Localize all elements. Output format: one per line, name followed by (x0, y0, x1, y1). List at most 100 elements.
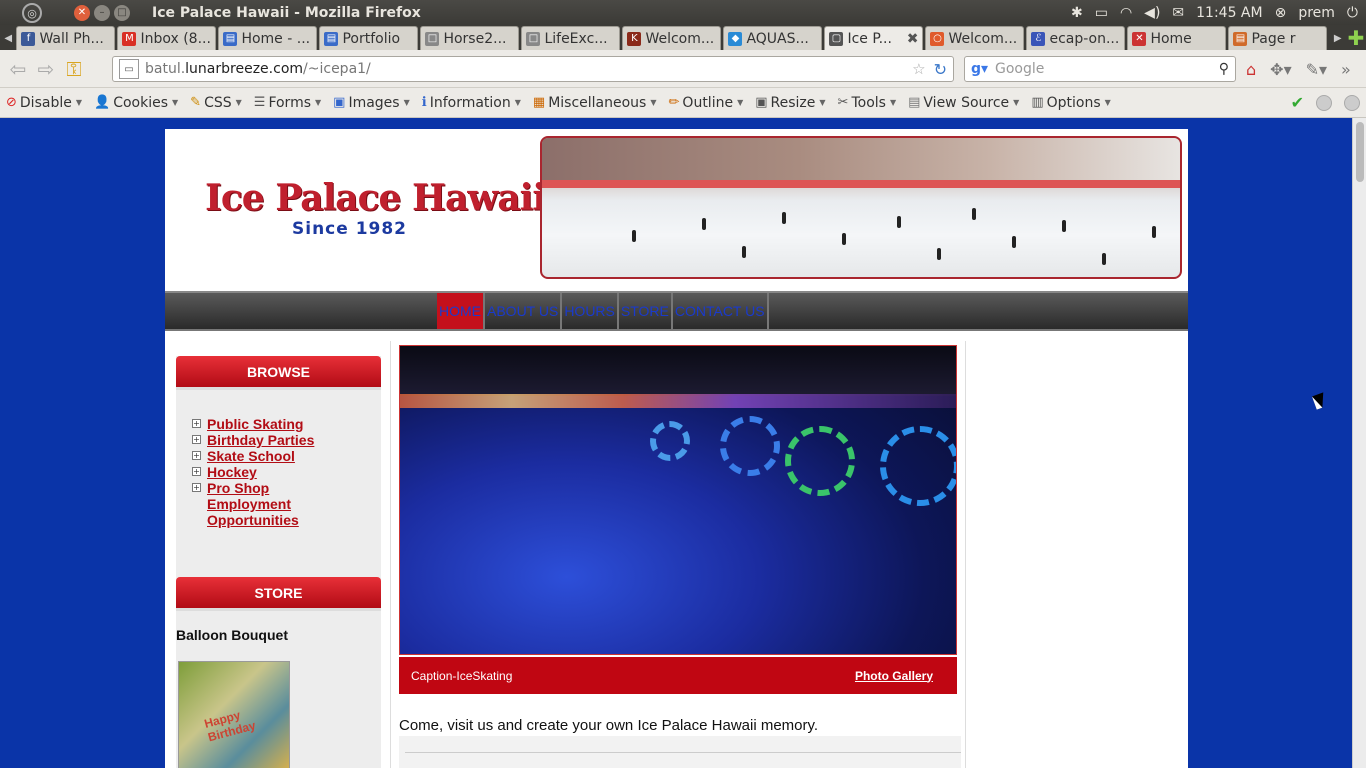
chevron-down-icon: ▼ (172, 98, 179, 107)
browser-tab[interactable]: □ Horse2... (420, 26, 520, 50)
status-circle-icon[interactable] (1344, 94, 1360, 111)
expand-plus-icon[interactable]: + (192, 467, 201, 476)
nav-contact-us[interactable]: CONTACT US (673, 293, 769, 329)
url-text[interactable]: batul.lunarbreeze.com/~icepa1/ (145, 61, 371, 77)
devbar-menu-label: Miscellaneous (548, 94, 647, 111)
devbar-menu-outline[interactable]: ✏ Outline ▼ (669, 95, 744, 111)
devbar-menu-images[interactable]: ▣ Images ▼ (333, 95, 410, 111)
eyedropper-icon[interactable]: ✎▾ (1306, 60, 1327, 79)
devbar-menu-view-source[interactable]: ▤ View Source ▼ (908, 95, 1019, 111)
bluetooth-icon[interactable]: ✱ (1071, 5, 1083, 21)
browser-tab[interactable]: ◆ AQUAS... (723, 26, 823, 50)
browser-tab[interactable]: □ LifeExc... (521, 26, 621, 50)
battery-icon[interactable]: ▭ (1095, 5, 1108, 21)
devbar-menu-information[interactable]: ℹ Information ▼ (422, 95, 521, 111)
forward-icon[interactable]: ⇨ (32, 55, 60, 83)
devbar-menu-resize[interactable]: ▣ Resize ▼ (755, 95, 825, 111)
browser-tab[interactable]: f Wall Ph... (16, 26, 116, 50)
expand-plus-icon[interactable]: + (192, 435, 201, 444)
expand-plus-icon[interactable]: + (192, 483, 201, 492)
home-icon[interactable]: ⌂ (1246, 60, 1256, 79)
facebook-icon: f (21, 31, 36, 46)
extension-icon[interactable]: ✥▾ (1270, 60, 1291, 79)
close-window-button[interactable]: ✕ (74, 4, 90, 21)
devbar-menu-disable[interactable]: ⊘ Disable ▼ (6, 95, 82, 111)
browser-tab[interactable]: ▤ Portfolio (319, 26, 419, 50)
browse-list: + Public Skating + Birthday Parties + Skate S… (176, 390, 381, 528)
site-logo-title[interactable]: Ice Palace Hawaii (205, 177, 546, 219)
expand-plus-icon[interactable]: + (192, 451, 201, 460)
browser-tab[interactable]: ▤ Home - ... (218, 26, 318, 50)
tab-label: ecap-on... (1049, 30, 1120, 47)
url-bar[interactable]: ▭ batul.lunarbreeze.com/~icepa1/ ☆ ↻ (112, 56, 954, 82)
browse-link[interactable]: Pro Shop (207, 480, 327, 496)
site-identity-icon[interactable]: ▭ (119, 59, 139, 79)
minimize-window-button[interactable]: – (94, 4, 110, 21)
maximize-window-button[interactable]: □ (114, 4, 130, 21)
balloon-bouquet-image[interactable]: Happy Birthday (178, 661, 290, 768)
tab-scroll-left-icon[interactable]: ◀ (0, 26, 16, 50)
devbar-menu-miscellaneous[interactable]: ▦ Miscellaneous ▼ (533, 95, 657, 111)
search-input[interactable]: Google (995, 61, 1044, 77)
checkmark-icon[interactable]: ✔ (1291, 93, 1304, 112)
status-circle-icon[interactable] (1316, 94, 1332, 111)
mail-icon[interactable]: ✉ (1172, 5, 1184, 21)
store-heading: STORE (176, 577, 381, 611)
new-tab-icon[interactable]: ✚ (1346, 26, 1366, 50)
tab-scroll-right-icon[interactable]: ▶ (1329, 26, 1345, 50)
scrollbar-thumb[interactable] (1356, 122, 1364, 182)
browse-link[interactable]: Employment Opportunities (207, 496, 327, 528)
devbar-menu-tools[interactable]: ✂ Tools ▼ (838, 95, 897, 111)
power-icon[interactable]: ⏻ (1347, 5, 1358, 21)
google-engine-icon[interactable]: g▾ (971, 61, 991, 77)
devbar-menu-forms[interactable]: ☰ Forms ▼ (254, 95, 321, 111)
overflow-icon[interactable]: » (1341, 60, 1351, 79)
clock[interactable]: 11:45 AM (1196, 5, 1262, 21)
volume-icon[interactable]: ◀) (1144, 5, 1160, 21)
nav-store[interactable]: STORE (619, 293, 673, 329)
nav-about-us[interactable]: ABOUT US (485, 293, 563, 329)
browser-tab[interactable]: ○ Welcom... (925, 26, 1025, 50)
browser-tab[interactable]: ℰecap-on... (1026, 26, 1126, 50)
close-tab-icon[interactable]: ✖ (907, 31, 919, 47)
ubuntu-logo-icon[interactable]: ◎ (22, 3, 42, 23)
browse-link[interactable]: Hockey (207, 464, 327, 480)
browser-tab[interactable]: K Welcom... (622, 26, 722, 50)
devbar-menu-cookies[interactable]: 👤 Cookies ▼ (94, 95, 178, 111)
browse-link[interactable]: Skate School (207, 448, 327, 464)
devbar-menu-css[interactable]: ✎ CSS ▼ (190, 95, 242, 111)
toolbar-extras: ⌂ ✥▾ ✎▾ » (1246, 60, 1351, 79)
tab-label: Welcom... (948, 30, 1018, 47)
devbar-menu-label: Forms (268, 94, 311, 111)
browser-tab[interactable]: ▤ Page r (1228, 26, 1328, 50)
devbar-menu-options[interactable]: ▥ Options ▼ (1031, 95, 1110, 111)
information-icon: ℹ (421, 95, 427, 110)
miscellaneous-icon: ▦ (532, 95, 546, 110)
nav-home[interactable]: HOME (437, 293, 485, 329)
browse-list-item: + Birthday Parties (192, 432, 381, 448)
bookmark-star-icon[interactable]: ☆ (912, 60, 925, 78)
chevron-down-icon: ▼ (75, 98, 82, 107)
browser-tab[interactable]: ✕ Home (1127, 26, 1227, 50)
back-icon[interactable]: ⇦ (4, 55, 32, 83)
search-bar[interactable]: g▾ Google ⚲ (964, 56, 1236, 82)
photo-gallery-link[interactable]: Photo Gallery (855, 669, 933, 683)
browse-link[interactable]: Birthday Parties (207, 432, 327, 448)
devbar-menu-label: Cookies (113, 94, 168, 111)
devbar-menu-label: Images (348, 94, 400, 111)
browser-tab[interactable]: ▢ Ice P... ✖ (824, 26, 924, 50)
tab-label: Portfolio (342, 30, 401, 47)
user-name[interactable]: prem (1298, 5, 1335, 21)
devbar-menu-label: Options (1046, 94, 1101, 111)
page-scrollbar[interactable] (1352, 118, 1366, 768)
browser-tab[interactable]: M Inbox (8... (117, 26, 217, 50)
reload-icon[interactable]: ↻ (934, 60, 947, 79)
browse-link[interactable]: Public Skating (207, 416, 327, 432)
wifi-icon[interactable]: ◠ (1120, 5, 1132, 21)
search-icon[interactable]: ⚲ (1219, 61, 1229, 77)
user-status-icon[interactable]: ⊗ (1275, 5, 1287, 21)
key-icon[interactable]: ⚿ (60, 55, 88, 83)
expand-plus-icon[interactable]: + (192, 419, 201, 428)
nav-hours[interactable]: HOURS (562, 293, 619, 329)
navigation-toolbar: ⇦ ⇨ ⚿ ▭ batul.lunarbreeze.com/~icepa1/ ☆… (0, 50, 1366, 88)
